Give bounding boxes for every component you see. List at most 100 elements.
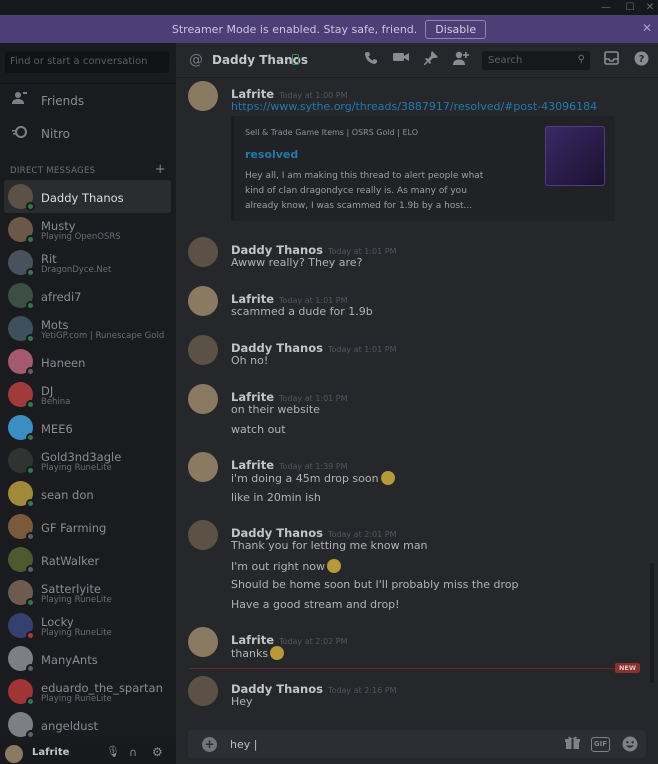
- mic-icon[interactable]: 🎙: [106, 745, 120, 758]
- embed-title[interactable]: resolved: [245, 148, 298, 161]
- chat-header: @ Daddy Thanos Search ⚲ ?: [176, 43, 658, 78]
- message-avatar[interactable]: [188, 627, 218, 657]
- message-timestamp: Today at 1:00 PM: [279, 91, 348, 100]
- headphones-icon[interactable]: ∩: [129, 746, 137, 759]
- message-author[interactable]: Daddy Thanos: [231, 243, 323, 257]
- message-author[interactable]: Lafrite: [231, 292, 274, 306]
- voice-call-icon[interactable]: [362, 51, 380, 69]
- dm-item[interactable]: Gold3nd3agle Playing RuneLite: [4, 444, 171, 477]
- status-indicator: [26, 400, 35, 409]
- message-avatar[interactable]: [188, 452, 218, 482]
- gift-icon[interactable]: [565, 736, 580, 752]
- dm-name: DJ: [41, 384, 54, 398]
- message-timestamp: Today at 1:01 PM: [279, 394, 348, 403]
- inbox-icon[interactable]: [602, 51, 620, 69]
- upload-plus-icon[interactable]: +: [202, 737, 217, 752]
- dm-item[interactable]: Musty Playing OpenOSRS: [4, 213, 171, 246]
- dm-item[interactable]: RatWalker: [4, 543, 171, 576]
- gif-button[interactable]: GIF: [591, 737, 610, 752]
- embed-provider: Sell & Trade Game Items | OSRS Gold | EL…: [245, 128, 418, 137]
- banner-close-icon[interactable]: ✕: [642, 21, 652, 35]
- dm-name: Locky: [41, 615, 74, 629]
- dm-item[interactable]: Mots YetiGP.com | Runescape Gold: [4, 312, 171, 345]
- video-call-icon[interactable]: [392, 51, 410, 69]
- status-indicator: [26, 598, 35, 607]
- status-indicator: [26, 631, 35, 640]
- message-list: Lafrite Today at 1:00 PM https://www.sythe…: [176, 79, 658, 729]
- embed-thumbnail[interactable]: [545, 126, 605, 186]
- dm-item[interactable]: ManyAnts: [4, 642, 171, 675]
- dm-item[interactable]: sean don: [4, 477, 171, 510]
- dm-name: Gold3nd3agle: [41, 450, 122, 464]
- minimize-button[interactable]: —: [598, 0, 614, 15]
- divider: [0, 83, 176, 84]
- user-avatar[interactable]: [5, 745, 23, 763]
- dm-item[interactable]: Daddy Thanos: [4, 180, 171, 213]
- message-content: on their website: [231, 403, 320, 416]
- message-link[interactable]: https://www.sythe.org/threads/3887917/re…: [231, 100, 597, 113]
- pinned-messages-icon[interactable]: [422, 51, 440, 69]
- message-text: watch out: [231, 423, 286, 436]
- message-avatar[interactable]: [188, 676, 218, 706]
- message-avatar[interactable]: [188, 237, 218, 267]
- message-content: watch out: [231, 422, 286, 436]
- message-author[interactable]: Lafrite: [231, 633, 274, 647]
- message-author[interactable]: Daddy Thanos: [231, 682, 323, 696]
- status-indicator: [26, 268, 35, 277]
- dm-item[interactable]: Rit DragonDyce.Net: [4, 246, 171, 279]
- message-author[interactable]: Daddy Thanos: [231, 341, 323, 355]
- direct-messages-label: DIRECT MESSAGES: [10, 166, 96, 176]
- status-indicator: [26, 664, 35, 673]
- create-dm-icon[interactable]: +: [155, 162, 166, 177]
- dm-item[interactable]: GF Farming: [4, 510, 171, 543]
- nav-friends-label: Friends: [41, 94, 85, 108]
- emoji-picker-icon[interactable]: [622, 736, 638, 752]
- dm-name: GF Farming: [41, 521, 107, 535]
- message-author[interactable]: Lafrite: [231, 390, 274, 404]
- nav-nitro[interactable]: Nitro: [0, 119, 176, 149]
- add-friend-to-dm-icon[interactable]: [452, 51, 470, 69]
- message-content[interactable]: https://www.sythe.org/threads/3887917/re…: [231, 100, 597, 113]
- emoji-icon: [327, 558, 342, 573]
- settings-gear-icon[interactable]: ⚙: [152, 745, 163, 759]
- message-text: scammed a dude for 1.9b: [231, 305, 373, 318]
- dm-item[interactable]: Haneen: [4, 345, 171, 378]
- dm-name: Daddy Thanos: [41, 191, 124, 205]
- disable-button[interactable]: Disable: [425, 19, 487, 39]
- message-author[interactable]: Lafrite: [231, 87, 274, 101]
- dm-name: Satterlyite: [41, 582, 101, 596]
- dm-item[interactable]: eduardo_the_spartan Playing RuneLite: [4, 675, 171, 708]
- message-timestamp: Today at 1:39 PM: [279, 462, 348, 471]
- dm-item[interactable]: afredi7: [4, 279, 171, 312]
- status-indicator: [26, 730, 35, 739]
- dm-name: Rit: [41, 252, 57, 266]
- help-icon[interactable]: ?: [632, 51, 650, 69]
- message-input[interactable]: hey |: [230, 738, 257, 751]
- dm-activity: Behina: [41, 397, 71, 407]
- message-avatar[interactable]: [188, 384, 218, 414]
- scrollbar[interactable]: [650, 563, 654, 683]
- dm-item[interactable]: Satterlyite Playing RuneLite: [4, 576, 171, 609]
- message-author[interactable]: Daddy Thanos: [231, 526, 323, 540]
- dm-item[interactable]: Locky Playing RuneLite: [4, 609, 171, 642]
- dm-item[interactable]: angeldust: [4, 708, 171, 741]
- dm-item[interactable]: MEE6: [4, 411, 171, 444]
- dm-activity: Playing RuneLite: [41, 694, 112, 704]
- find-conversation-input[interactable]: Find or start a conversation: [5, 51, 169, 73]
- status-indicator: [26, 235, 35, 244]
- message-composer[interactable]: + hey | GIF: [188, 730, 646, 758]
- maximize-button[interactable]: ☐: [622, 0, 638, 15]
- close-window-button[interactable]: ✕: [642, 0, 658, 15]
- search-placeholder: Search: [488, 55, 523, 66]
- search-input[interactable]: Search ⚲: [482, 51, 590, 70]
- message-avatar[interactable]: [188, 81, 218, 111]
- nav-friends[interactable]: Friends: [0, 86, 176, 116]
- message-avatar[interactable]: [188, 286, 218, 316]
- message-text: thanks: [231, 646, 285, 660]
- message-text: like in 20min ish: [231, 491, 321, 504]
- message-author[interactable]: Lafrite: [231, 458, 274, 472]
- dm-item[interactable]: DJ Behina: [4, 378, 171, 411]
- message-avatar[interactable]: [188, 335, 218, 365]
- message-avatar[interactable]: [188, 520, 218, 550]
- dm-sidebar: Find or start a conversation Friends Nit…: [0, 43, 176, 764]
